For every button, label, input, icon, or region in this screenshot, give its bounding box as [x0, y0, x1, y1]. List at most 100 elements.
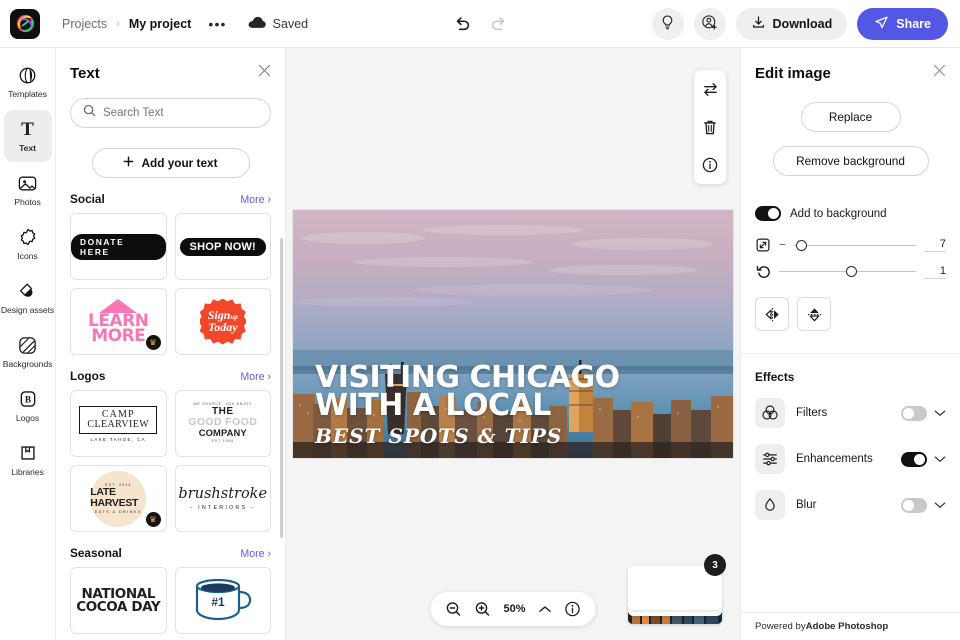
- artboard[interactable]: VISITING CHICAGO WITH A LOCAL BEST SPOTS…: [293, 210, 733, 458]
- text-panel-scroll[interactable]: Social More › DONATE HERE SHOP NOW! LEAR…: [56, 178, 285, 640]
- sidebar-item-text[interactable]: T Text: [4, 110, 52, 162]
- sidebar-item-logos[interactable]: B Logos: [4, 380, 52, 432]
- undo-icon[interactable]: [451, 13, 473, 35]
- add-your-text-button[interactable]: Add your text: [92, 148, 250, 178]
- remove-background-label: Remove background: [796, 154, 905, 168]
- logos-icon: B: [19, 389, 37, 409]
- info-icon[interactable]: [699, 154, 721, 176]
- search-text-box[interactable]: [70, 98, 271, 128]
- text-card-sign-up-today[interactable]: Signup Today: [175, 288, 272, 355]
- effect-label-blur: Blur: [796, 499, 816, 511]
- zoom-in-icon[interactable]: [474, 601, 490, 617]
- size-slider-knob[interactable]: [796, 240, 807, 251]
- zoom-out-icon[interactable]: [445, 601, 461, 617]
- chevron-down-icon[interactable]: [934, 496, 946, 514]
- sidebar-item-templates[interactable]: Templates: [4, 56, 52, 108]
- section-more-social[interactable]: More ›: [240, 194, 271, 206]
- text-card-brushstroke-interiors[interactable]: brushstroke - INTERIORS -: [175, 465, 272, 532]
- share-button[interactable]: Share: [857, 8, 948, 40]
- text-panel: Text Add your text Socia: [56, 48, 286, 640]
- page-stack-thumbnail[interactable]: 3: [628, 562, 722, 624]
- app-header: Projects › My project ••• Saved: [0, 0, 960, 48]
- sidebar-label-icons: Icons: [17, 251, 37, 261]
- section-title-social: Social: [70, 192, 105, 206]
- blur-icon: [755, 490, 785, 520]
- adobe-express-editor: Projects › My project ••• Saved: [0, 0, 960, 640]
- add-to-background-toggle[interactable]: [755, 206, 781, 221]
- rotate-slider-value[interactable]: 1: [924, 265, 946, 279]
- premium-badge: ♛: [146, 512, 161, 527]
- crown-icon: ♛: [149, 339, 156, 347]
- chevron-down-icon[interactable]: [934, 404, 946, 422]
- sidebar-item-libraries[interactable]: Libraries: [4, 434, 52, 486]
- zoom-info-icon[interactable]: [565, 601, 581, 617]
- sidebar-label-templates: Templates: [8, 89, 47, 99]
- section-more-logos[interactable]: More ›: [240, 371, 271, 383]
- sidebar-item-icons[interactable]: Icons: [4, 218, 52, 270]
- shop-now-art: SHOP NOW!: [180, 238, 266, 256]
- close-icon[interactable]: [933, 64, 946, 82]
- left-rail: Templates T Text Photos Icons: [0, 48, 56, 640]
- download-button[interactable]: Download: [736, 8, 848, 40]
- trash-icon[interactable]: [699, 116, 721, 138]
- text-card-donate-here[interactable]: DONATE HERE: [70, 213, 167, 280]
- swap-icon[interactable]: [699, 78, 721, 100]
- chevron-down-icon[interactable]: [934, 450, 946, 468]
- artboard-text-overlay[interactable]: VISITING CHICAGO WITH A LOCAL BEST SPOTS…: [293, 364, 733, 454]
- text-card-late-harvest[interactable]: EST. 2014 LATE HARVEST EATS & DRINKS ♛: [70, 465, 167, 532]
- close-icon[interactable]: [258, 64, 271, 82]
- share-label: Share: [896, 17, 931, 31]
- text-card-camp-clearview[interactable]: CAMP CLEARVIEW LAKE TAHOE, CA: [70, 390, 167, 457]
- adobe-express-logo[interactable]: [10, 9, 40, 39]
- text-card-the-good-food-company[interactable]: WE SOURCE, YOU ENJOY THE GOOD FOOD COMPA…: [175, 390, 272, 457]
- canvas-area[interactable]: VISITING CHICAGO WITH A LOCAL BEST SPOTS…: [286, 48, 740, 640]
- redo-icon[interactable]: [487, 13, 509, 35]
- late-harvest-art: EST. 2014 LATE HARVEST EATS & DRINKS: [90, 471, 146, 527]
- rotate-slider-track[interactable]: [779, 265, 916, 278]
- size-decrease-icon[interactable]: −: [779, 239, 785, 251]
- chevron-up-icon[interactable]: [539, 605, 552, 614]
- replace-button[interactable]: Replace: [801, 102, 901, 132]
- breadcrumb-projects[interactable]: Projects: [62, 17, 107, 31]
- sidebar-item-backgrounds[interactable]: Backgrounds: [4, 326, 52, 378]
- sidebar-item-design-assets[interactable]: Design assets: [4, 272, 52, 324]
- text-card-shop-now[interactable]: SHOP NOW!: [175, 213, 272, 280]
- ideas-button[interactable]: [652, 8, 684, 40]
- rotate-slider-knob[interactable]: [846, 266, 857, 277]
- effect-row-enhancements[interactable]: Enhancements: [741, 444, 960, 474]
- sidebar-label-design-assets: Design assets: [1, 305, 54, 315]
- sidebar-label-photos: Photos: [14, 197, 40, 207]
- svg-text:#1: #1: [211, 595, 225, 609]
- search-input[interactable]: [103, 107, 258, 119]
- canvas-float-toolbar: [694, 70, 726, 184]
- flip-horizontal-icon[interactable]: [755, 297, 789, 331]
- plus-icon: [123, 156, 134, 170]
- project-more-menu[interactable]: •••: [208, 20, 226, 28]
- national-cocoa-day-art: NATIONAL COCOA DAY: [76, 588, 160, 613]
- text-card-learn-more[interactable]: LEARN MORE ♛: [70, 288, 167, 355]
- size-slider-value[interactable]: 7: [924, 238, 946, 252]
- learn-more-art: LEARN MORE: [88, 299, 148, 343]
- search-icon: [83, 104, 96, 122]
- remove-background-button[interactable]: Remove background: [773, 146, 929, 176]
- effect-row-blur[interactable]: Blur: [741, 490, 960, 520]
- enhancements-toggle[interactable]: [901, 452, 927, 467]
- sidebar-item-photos[interactable]: Photos: [4, 164, 52, 216]
- blur-toggle[interactable]: [901, 498, 927, 513]
- svg-text:B: B: [24, 395, 30, 405]
- text-card-national-cocoa-day[interactable]: NATIONAL COCOA DAY: [70, 567, 167, 634]
- download-label: Download: [773, 17, 833, 31]
- filters-toggle[interactable]: [901, 406, 927, 421]
- breadcrumb: Projects › My project ••• Saved: [62, 16, 308, 32]
- flip-vertical-icon[interactable]: [797, 297, 831, 331]
- breadcrumb-current-project[interactable]: My project: [129, 17, 192, 31]
- invite-button[interactable]: [694, 8, 726, 40]
- section-more-seasonal[interactable]: More ›: [240, 548, 271, 560]
- text-card-number-one-mug[interactable]: #1: [175, 567, 272, 634]
- filters-icon: [755, 398, 785, 428]
- effect-row-filters[interactable]: Filters: [741, 398, 960, 428]
- zoom-level-value[interactable]: 50%: [503, 603, 525, 615]
- panel-scrollbar[interactable]: [280, 238, 283, 538]
- rotate-slider-row: 1: [741, 264, 960, 279]
- size-slider-track[interactable]: [793, 239, 916, 252]
